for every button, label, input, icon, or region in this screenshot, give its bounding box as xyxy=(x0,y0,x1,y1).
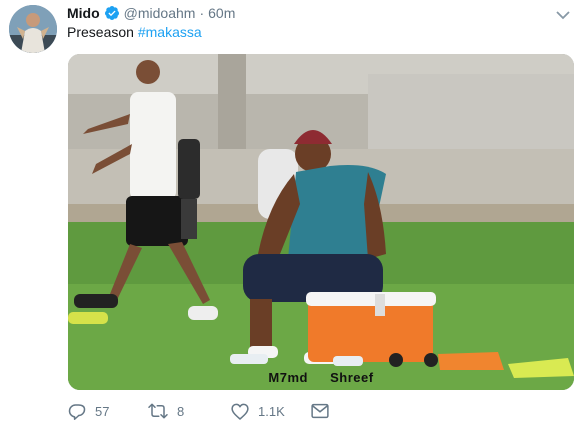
action-bar: 57 8 1.1K xyxy=(68,400,329,422)
direct-message-button[interactable] xyxy=(311,403,329,419)
separator-dot: · xyxy=(199,5,205,21)
tweet-header: Mido @midoahm · 60m xyxy=(67,3,235,23)
tweet-photo[interactable]: M7md Shreef xyxy=(68,54,574,390)
avatar-photo xyxy=(9,5,57,53)
tweet-card[interactable]: Mido @midoahm · 60m Preseason #makassa M… xyxy=(0,0,583,434)
hashtag-link[interactable]: #makassa xyxy=(138,24,202,40)
like-button[interactable]: 1.1K xyxy=(231,403,311,420)
envelope-icon xyxy=(311,403,329,419)
tweet-text: Preseason #makassa xyxy=(67,24,202,40)
verified-badge-icon xyxy=(104,5,120,21)
reply-count: 57 xyxy=(95,403,110,419)
photo-scene xyxy=(68,54,574,390)
retweet-icon xyxy=(148,402,168,420)
chevron-down-icon[interactable] xyxy=(556,7,570,20)
retweet-button[interactable]: 8 xyxy=(148,402,231,420)
user-handle[interactable]: @midoahm xyxy=(124,5,196,21)
retweet-count: 8 xyxy=(177,403,185,419)
reply-button[interactable]: 57 xyxy=(68,402,148,420)
photo-caption: M7md Shreef xyxy=(268,370,374,385)
avatar[interactable] xyxy=(9,5,57,53)
reply-icon xyxy=(68,402,86,420)
display-name[interactable]: Mido xyxy=(67,5,100,21)
like-count: 1.1K xyxy=(258,403,285,419)
heart-icon xyxy=(231,403,249,420)
tweet-text-plain: Preseason xyxy=(67,24,138,40)
timestamp[interactable]: 60m xyxy=(208,5,235,21)
